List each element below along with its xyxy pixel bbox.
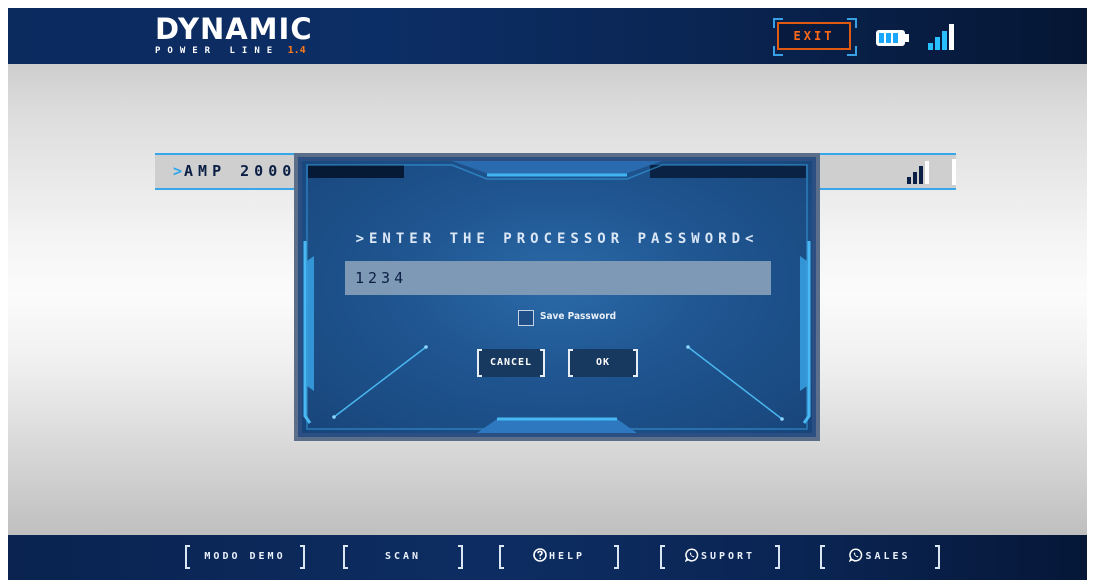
ok-label: OK xyxy=(595,357,611,368)
sales-button[interactable]: SALES xyxy=(820,545,940,569)
bracket-left xyxy=(499,545,504,569)
help-circle-icon xyxy=(533,548,547,562)
bracket-left xyxy=(568,349,573,377)
exit-corner-bl xyxy=(773,46,783,56)
app-screen: DYNAMIC POWER LINE 1.4 EXIT >AMP 2000 >E… xyxy=(8,8,1087,580)
help-button[interactable]: HELP xyxy=(499,545,619,569)
password-dialog: >ENTER THE PROCESSOR PASSWORD< Save Pass… xyxy=(294,153,820,441)
save-password-checkbox[interactable] xyxy=(518,310,534,326)
bracket-left xyxy=(185,545,190,569)
scan-button[interactable]: SCAN xyxy=(343,545,463,569)
dialog-frame-decoration xyxy=(303,161,811,433)
bracket-right xyxy=(540,349,545,377)
ok-button[interactable]: OK xyxy=(568,349,638,377)
exit-corner-br xyxy=(847,46,857,56)
dialog-body: >ENTER THE PROCESSOR PASSWORD< Save Pass… xyxy=(302,161,812,433)
bracket-right xyxy=(614,545,619,569)
row-end-marker xyxy=(952,159,956,185)
bracket-left xyxy=(660,545,665,569)
device-name: >AMP 2000 xyxy=(173,162,296,180)
app-logo: DYNAMIC POWER LINE 1.4 xyxy=(155,14,355,60)
cancel-button[interactable]: CANCEL xyxy=(477,349,545,377)
bracket-left xyxy=(477,349,482,377)
bracket-right xyxy=(633,349,638,377)
exit-button[interactable]: EXIT xyxy=(777,22,851,50)
bracket-left xyxy=(820,545,825,569)
battery-icon xyxy=(876,30,909,46)
header-bar: DYNAMIC POWER LINE 1.4 EXIT xyxy=(8,8,1087,64)
footer-bar: MODO DEMO SCAN HELP SUPORT SALES xyxy=(8,535,1087,580)
exit-corner-tr xyxy=(847,18,857,28)
support-button[interactable]: SUPORT xyxy=(660,545,780,569)
modo-demo-button[interactable]: MODO DEMO xyxy=(185,545,305,569)
bracket-right xyxy=(300,545,305,569)
bracket-right xyxy=(458,545,463,569)
cancel-label: CANCEL xyxy=(489,357,533,368)
whatsapp-icon xyxy=(684,548,699,562)
sales-label: SALES xyxy=(865,551,911,562)
logo-version: 1.4 xyxy=(287,45,306,56)
dialog-title: >ENTER THE PROCESSOR PASSWORD< xyxy=(355,231,759,247)
logo-subtitle: POWER LINE 1.4 xyxy=(155,45,306,57)
whatsapp-icon xyxy=(849,548,863,562)
help-label: HELP xyxy=(548,551,586,562)
device-signal-icon xyxy=(907,161,929,184)
bracket-right xyxy=(935,545,940,569)
scan-label: SCAN xyxy=(384,551,422,562)
device-name-prefix: > xyxy=(173,162,185,180)
support-label: SUPORT xyxy=(700,551,756,562)
logo-subtitle-text: POWER LINE xyxy=(155,46,280,56)
logo-title: DYNAMIC xyxy=(155,12,313,46)
device-name-text: AMP 2000 xyxy=(184,162,297,180)
bracket-left xyxy=(343,545,348,569)
modo-demo-label: MODO DEMO xyxy=(204,551,286,562)
exit-corner-tl xyxy=(773,18,783,28)
save-password-label: Save Password xyxy=(540,311,617,322)
bracket-right xyxy=(775,545,780,569)
password-input[interactable] xyxy=(345,261,771,295)
signal-bars-icon xyxy=(928,24,954,50)
